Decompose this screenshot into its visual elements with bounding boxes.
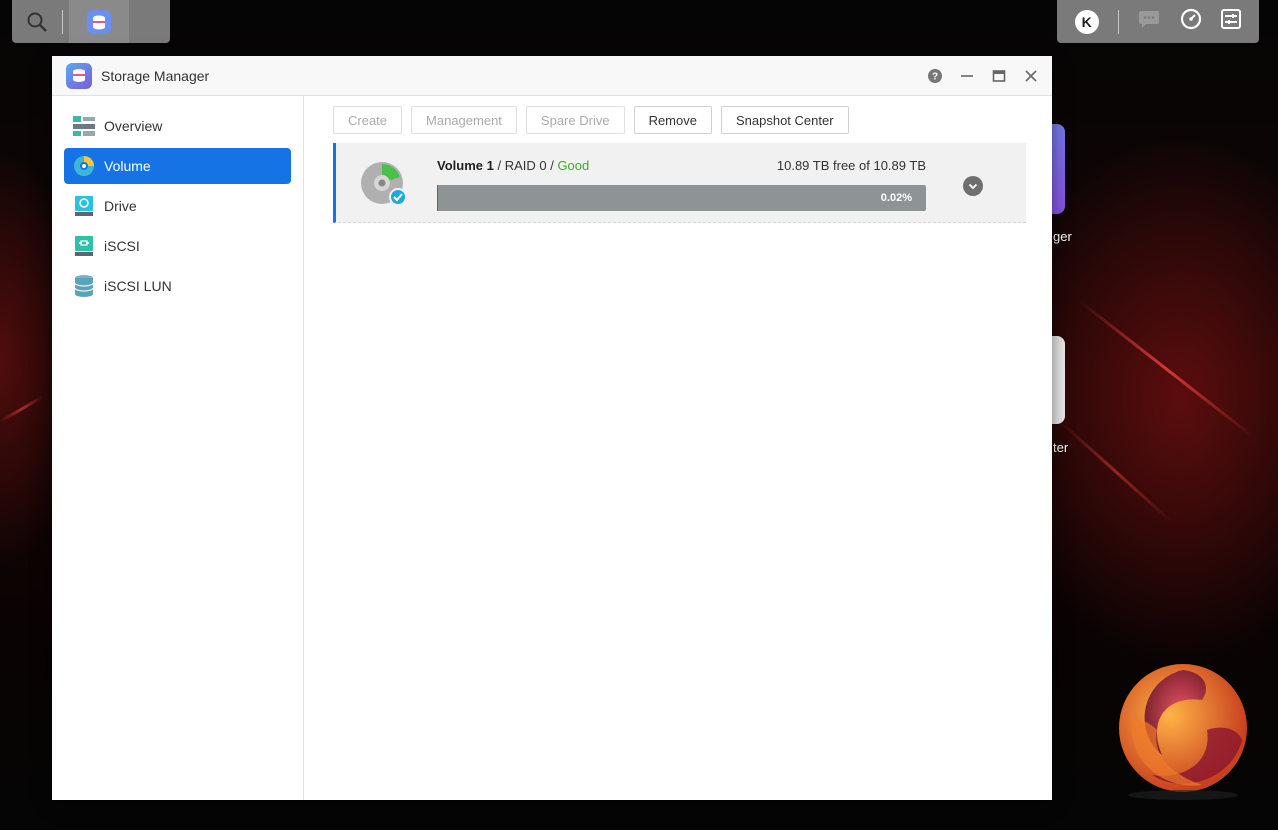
window-title: Storage Manager bbox=[101, 67, 210, 84]
svg-text:?: ? bbox=[932, 72, 938, 83]
chevron-down-icon[interactable] bbox=[963, 176, 983, 196]
brand-logo bbox=[1112, 660, 1254, 805]
iscsi-lun-icon bbox=[72, 274, 96, 298]
volume-card[interactable]: Volume 1 / RAID 0 / Good 10.89 TB free o… bbox=[333, 143, 1026, 223]
volume-status: Good bbox=[557, 158, 590, 173]
volume-separator: / bbox=[546, 158, 558, 173]
taskbar-right: K bbox=[1057, 0, 1259, 43]
volume-name: Volume 1 bbox=[437, 158, 494, 173]
storage-manager-icon bbox=[66, 62, 92, 89]
main-panel: Create Management Spare Drive Remove Sna… bbox=[305, 96, 1052, 800]
sidebar-item-label: iSCSI LUN bbox=[104, 278, 172, 294]
desktop-app-label: ger bbox=[1053, 229, 1072, 244]
volume-disk-icon bbox=[360, 161, 407, 206]
window-titlebar[interactable]: Storage Manager ? bbox=[52, 56, 1052, 96]
desktop-app-label: ter bbox=[1053, 440, 1069, 455]
create-button[interactable]: Create bbox=[333, 106, 403, 134]
maximize-icon[interactable] bbox=[992, 69, 1006, 83]
sidebar-item-label: Drive bbox=[104, 198, 137, 214]
overview-icon bbox=[72, 114, 96, 138]
sidebar-item-iscsi-lun[interactable]: iSCSI LUN bbox=[64, 268, 291, 304]
taskbar-left bbox=[12, 0, 170, 43]
search-icon[interactable] bbox=[12, 0, 62, 43]
snapshot-center-button[interactable]: Snapshot Center bbox=[720, 106, 849, 134]
drive-icon bbox=[72, 194, 96, 218]
taskbar-divider bbox=[1118, 9, 1120, 34]
storage-manager-taskbar-icon[interactable] bbox=[69, 0, 129, 43]
sidebar-item-label: iSCSI bbox=[104, 238, 140, 254]
volume-raid: RAID 0 bbox=[504, 158, 547, 173]
volume-separator: / bbox=[493, 158, 505, 173]
iscsi-icon bbox=[72, 234, 96, 258]
remove-button[interactable]: Remove bbox=[633, 106, 712, 134]
wallpaper-streak bbox=[1058, 420, 1173, 523]
sidebar-item-label: Overview bbox=[104, 118, 163, 134]
volume-usage-bar: 0.02% bbox=[437, 185, 926, 211]
storage-manager-window: Storage Manager ? Overview Volume Drive … bbox=[52, 56, 1052, 800]
window-controls: ? bbox=[928, 56, 1038, 96]
dashboard-icon[interactable] bbox=[1180, 8, 1202, 35]
minimize-icon[interactable] bbox=[960, 69, 974, 83]
spare-drive-button[interactable]: Spare Drive bbox=[525, 106, 625, 134]
sidebar-item-iscsi[interactable]: iSCSI bbox=[64, 228, 291, 264]
sidebar-item-label: Volume bbox=[104, 158, 151, 174]
sidebar-item-drive[interactable]: Drive bbox=[64, 188, 291, 224]
settings-sliders-icon[interactable] bbox=[1221, 9, 1242, 34]
volume-usage-label: 0.02% bbox=[880, 192, 912, 204]
volume-title: Volume 1 / RAID 0 / Good bbox=[437, 158, 589, 173]
toolbar: Create Management Spare Drive Remove Sna… bbox=[333, 106, 1026, 134]
sidebar-item-volume[interactable]: Volume bbox=[64, 148, 291, 184]
chat-icon[interactable] bbox=[1138, 9, 1160, 34]
close-icon[interactable] bbox=[1024, 69, 1038, 83]
user-avatar[interactable]: K bbox=[1074, 9, 1099, 34]
taskbar-divider bbox=[62, 9, 63, 34]
wallpaper-streak bbox=[0, 395, 45, 423]
sidebar-item-overview[interactable]: Overview bbox=[64, 108, 291, 144]
wallpaper-streak bbox=[1079, 300, 1255, 439]
volume-icon bbox=[72, 154, 96, 178]
volume-capacity: 10.89 TB free of 10.89 TB bbox=[776, 158, 926, 173]
sidebar: Overview Volume Drive iSCSI iSCSI LUN bbox=[52, 96, 304, 800]
help-icon[interactable]: ? bbox=[928, 69, 942, 83]
management-button[interactable]: Management bbox=[411, 106, 517, 134]
